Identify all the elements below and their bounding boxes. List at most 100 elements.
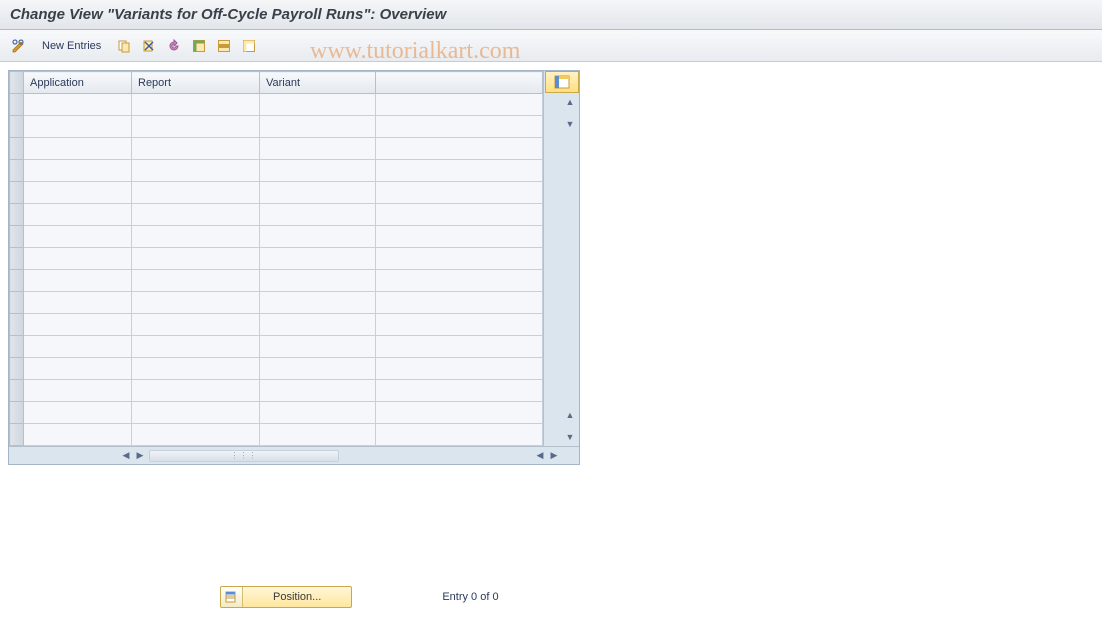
- table-row[interactable]: [10, 336, 543, 358]
- column-header-variant[interactable]: Variant: [260, 72, 376, 94]
- cell-application[interactable]: [24, 270, 132, 292]
- vertical-scrollbar[interactable]: ▲ ▼ ▲ ▼: [561, 93, 579, 446]
- row-selector[interactable]: [10, 226, 24, 248]
- table-row[interactable]: [10, 270, 543, 292]
- hscroll-left-end-button[interactable]: ◀: [533, 449, 547, 463]
- cell-report[interactable]: [132, 314, 260, 336]
- cell-variant[interactable]: [260, 402, 376, 424]
- row-selector[interactable]: [10, 314, 24, 336]
- cell-application[interactable]: [24, 204, 132, 226]
- cell-variant[interactable]: [260, 336, 376, 358]
- cell-variant[interactable]: [260, 182, 376, 204]
- cell-report[interactable]: [132, 248, 260, 270]
- table-row[interactable]: [10, 138, 543, 160]
- cell-report[interactable]: [132, 380, 260, 402]
- cell-report[interactable]: [132, 226, 260, 248]
- table-row[interactable]: [10, 116, 543, 138]
- hscroll-left-button[interactable]: ◀: [119, 449, 133, 463]
- column-header-report[interactable]: Report: [132, 72, 260, 94]
- cell-application[interactable]: [24, 380, 132, 402]
- cell-variant[interactable]: [260, 138, 376, 160]
- row-selector[interactable]: [10, 270, 24, 292]
- table-row[interactable]: [10, 380, 543, 402]
- hscroll-right-end-button[interactable]: ▶: [547, 449, 561, 463]
- cell-report[interactable]: [132, 270, 260, 292]
- row-selector[interactable]: [10, 292, 24, 314]
- cell-application[interactable]: [24, 292, 132, 314]
- delete-button[interactable]: [138, 35, 160, 57]
- cell-application[interactable]: [24, 314, 132, 336]
- table-row[interactable]: [10, 358, 543, 380]
- table-row[interactable]: [10, 160, 543, 182]
- table-row[interactable]: [10, 292, 543, 314]
- cell-application[interactable]: [24, 116, 132, 138]
- cell-application[interactable]: [24, 160, 132, 182]
- cell-application[interactable]: [24, 424, 132, 446]
- cell-variant[interactable]: [260, 292, 376, 314]
- row-selector[interactable]: [10, 336, 24, 358]
- cell-report[interactable]: [132, 160, 260, 182]
- column-header-application[interactable]: Application: [24, 72, 132, 94]
- cell-variant[interactable]: [260, 94, 376, 116]
- cell-report[interactable]: [132, 116, 260, 138]
- select-all-button[interactable]: [188, 35, 210, 57]
- cell-application[interactable]: [24, 182, 132, 204]
- row-selector[interactable]: [10, 424, 24, 446]
- cell-application[interactable]: [24, 226, 132, 248]
- cell-variant[interactable]: [260, 314, 376, 336]
- row-selector[interactable]: [10, 380, 24, 402]
- cell-report[interactable]: [132, 424, 260, 446]
- table-row[interactable]: [10, 402, 543, 424]
- table-row[interactable]: [10, 94, 543, 116]
- cell-report[interactable]: [132, 94, 260, 116]
- hscroll-right-button[interactable]: ▶: [133, 449, 147, 463]
- cell-application[interactable]: [24, 402, 132, 424]
- cell-variant[interactable]: [260, 358, 376, 380]
- scroll-down-button[interactable]: ▼: [563, 117, 577, 131]
- cell-variant[interactable]: [260, 116, 376, 138]
- cell-variant[interactable]: [260, 160, 376, 182]
- scroll-down-end-button[interactable]: ▼: [563, 430, 577, 444]
- cell-report[interactable]: [132, 138, 260, 160]
- row-selector[interactable]: [10, 94, 24, 116]
- row-selector[interactable]: [10, 160, 24, 182]
- cell-application[interactable]: [24, 248, 132, 270]
- row-selector-header[interactable]: [10, 72, 24, 94]
- cell-report[interactable]: [132, 402, 260, 424]
- cell-report[interactable]: [132, 204, 260, 226]
- table-row[interactable]: [10, 182, 543, 204]
- row-selector[interactable]: [10, 248, 24, 270]
- cell-application[interactable]: [24, 138, 132, 160]
- table-row[interactable]: [10, 248, 543, 270]
- cell-report[interactable]: [132, 292, 260, 314]
- cell-variant[interactable]: [260, 380, 376, 402]
- row-selector[interactable]: [10, 116, 24, 138]
- undo-change-button[interactable]: [163, 35, 185, 57]
- table-row[interactable]: [10, 314, 543, 336]
- row-selector[interactable]: [10, 358, 24, 380]
- new-entries-button[interactable]: New Entries: [33, 35, 110, 57]
- row-selector[interactable]: [10, 204, 24, 226]
- hscroll-thumb[interactable]: ⋮⋮⋮: [150, 451, 338, 461]
- variants-table[interactable]: Application Report Variant: [9, 71, 543, 446]
- row-selector[interactable]: [10, 138, 24, 160]
- cell-variant[interactable]: [260, 270, 376, 292]
- hscroll-track[interactable]: ⋮⋮⋮: [149, 450, 339, 462]
- cell-variant[interactable]: [260, 226, 376, 248]
- toggle-display-change-button[interactable]: [8, 35, 30, 57]
- position-button[interactable]: Position...: [220, 586, 352, 608]
- cell-report[interactable]: [132, 358, 260, 380]
- select-block-button[interactable]: [213, 35, 235, 57]
- cell-variant[interactable]: [260, 204, 376, 226]
- table-row[interactable]: [10, 204, 543, 226]
- cell-application[interactable]: [24, 94, 132, 116]
- table-row[interactable]: [10, 226, 543, 248]
- cell-application[interactable]: [24, 336, 132, 358]
- table-row[interactable]: [10, 424, 543, 446]
- cell-variant[interactable]: [260, 424, 376, 446]
- cell-variant[interactable]: [260, 248, 376, 270]
- cell-report[interactable]: [132, 182, 260, 204]
- deselect-all-button[interactable]: [238, 35, 260, 57]
- copy-as-button[interactable]: [113, 35, 135, 57]
- row-selector[interactable]: [10, 402, 24, 424]
